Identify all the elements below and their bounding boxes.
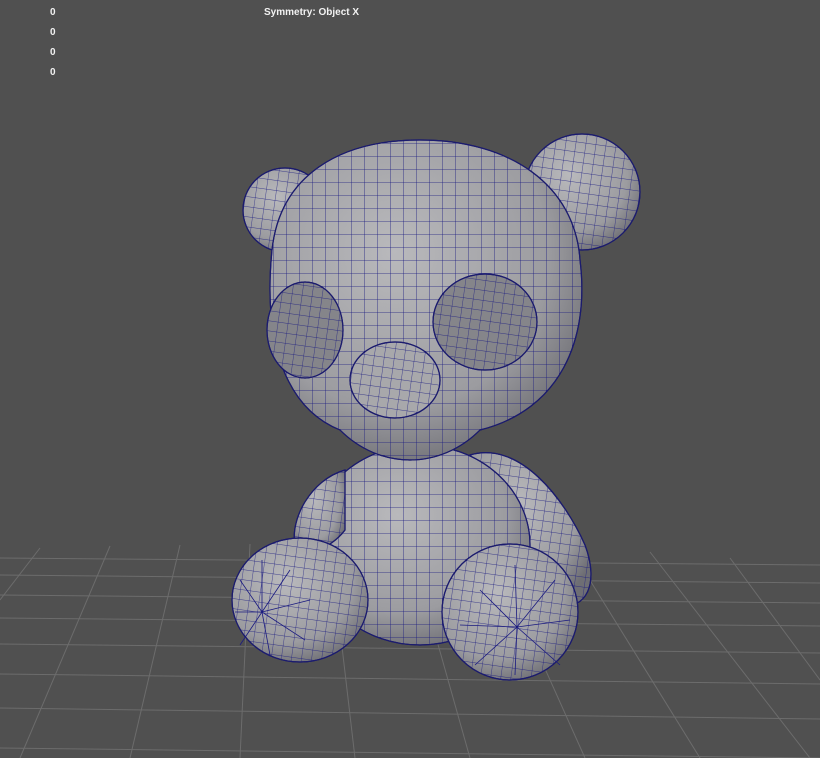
bear-mesh[interactable] <box>231 133 641 681</box>
perspective-viewport[interactable]: 0 0 0 0 Symmetry: Object X <box>0 0 820 758</box>
hud-stat-4: 0 <box>50 67 56 78</box>
symmetry-status: Symmetry: Object X <box>264 7 360 18</box>
scene-canvas[interactable] <box>0 0 820 758</box>
hud-stat-3: 0 <box>50 47 56 58</box>
hud-stat-1: 0 <box>50 7 56 18</box>
hud-stat-2: 0 <box>50 27 56 38</box>
